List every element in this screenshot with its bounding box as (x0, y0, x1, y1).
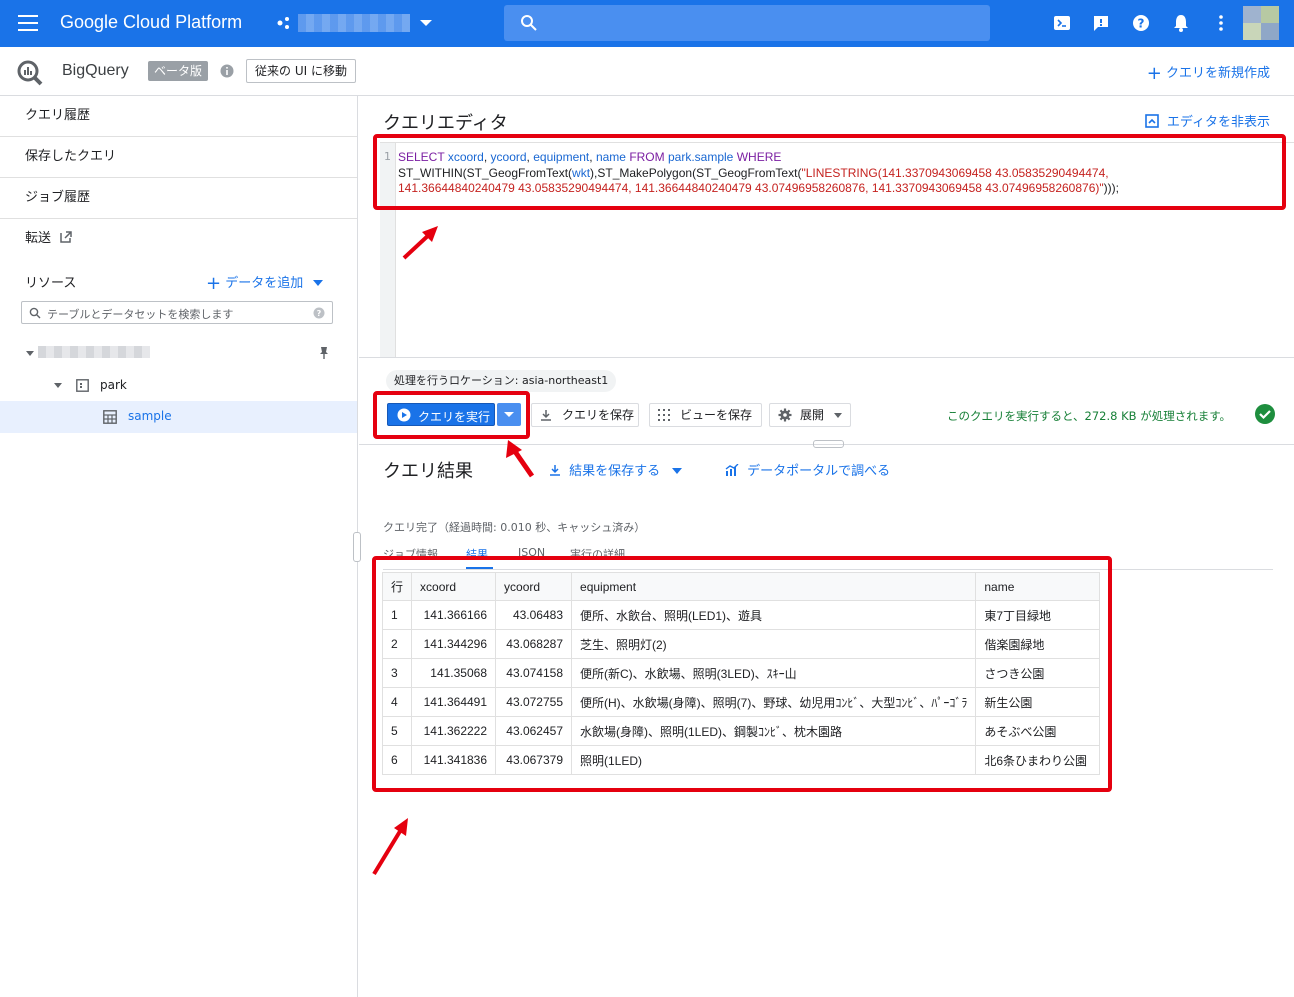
table-icon (103, 410, 117, 424)
annotation-arrow-icon (402, 226, 438, 260)
add-data-button[interactable]: + データを追加 (206, 272, 324, 294)
editor-bottom-divider (359, 357, 1294, 358)
panel-resize-handle[interactable] (813, 440, 844, 448)
search-icon (521, 15, 537, 31)
new-query-button[interactable]: + クエリを新規作成 (1147, 62, 1270, 84)
chevron-down-icon[interactable] (26, 351, 34, 356)
save-results-label: 結果を保存する (569, 464, 661, 479)
dataset-icon (76, 379, 89, 392)
sidebar-item-saved-queries[interactable]: 保存したクエリ (0, 137, 357, 178)
grid-icon (658, 409, 670, 421)
help-icon[interactable]: ? (313, 307, 325, 319)
help-icon[interactable]: ? (1131, 13, 1151, 33)
notifications-icon[interactable] (1171, 13, 1191, 33)
tree-table-sample: sample (128, 409, 172, 423)
explore-label: データポータルで調べる (747, 464, 891, 479)
tree-dataset-park[interactable]: park (100, 378, 127, 392)
save-results-button[interactable]: 結果を保存する (549, 460, 683, 479)
more-vert-icon[interactable] (1211, 13, 1231, 33)
chevron-down-icon[interactable] (54, 383, 62, 388)
info-icon[interactable] (220, 64, 234, 78)
editor-title: クエリエディタ (383, 113, 508, 134)
chevron-down-icon (834, 413, 842, 418)
location-chip[interactable]: 処理を行うロケーション: asia-northeast1 (386, 370, 617, 392)
check-circle-icon (1255, 404, 1275, 424)
resource-search-input[interactable]: テーブルとデータセットを検索します ? (21, 301, 333, 324)
menu-icon[interactable] (18, 15, 38, 31)
download-icon (550, 465, 560, 476)
results-title: クエリ結果 (383, 461, 473, 482)
chevron-down-icon (672, 468, 683, 474)
explore-data-studio-button[interactable]: データポータルで調べる (725, 460, 890, 479)
sidebar-item-label: 転送 (25, 231, 52, 246)
resources-label: リソース (25, 276, 77, 291)
avatar[interactable] (1243, 6, 1279, 40)
hide-editor-button[interactable]: エディタを非表示 (1144, 111, 1270, 130)
annotation-box-run (373, 391, 530, 439)
project-selector[interactable] (298, 14, 410, 32)
feedback-icon[interactable] (1091, 13, 1111, 33)
hide-editor-label: エディタを非表示 (1166, 115, 1270, 130)
search-icon (29, 307, 41, 319)
sidebar-item-transfers[interactable]: 転送 (0, 219, 357, 260)
product-header: BigQuery ベータ版 従来の UI に移動 + クエリを新規作成 (0, 47, 1294, 96)
bigquery-logo-icon (17, 60, 43, 86)
annotation-box-query (373, 134, 1286, 210)
svg-text:?: ? (1138, 17, 1145, 31)
cloud-shell-icon[interactable] (1052, 13, 1072, 33)
save-query-label: クエリを保存 (562, 408, 635, 422)
query-status: クエリ完了（経過時間: 0.010 秒、キャッシュ済み） (383, 521, 646, 534)
tree-project-node[interactable] (38, 346, 150, 358)
annotation-arrow-icon (506, 440, 535, 478)
expand-label: 展開 (800, 408, 825, 422)
collapse-icon (1144, 114, 1159, 128)
pin-icon[interactable] (318, 346, 330, 360)
plus-icon: + (1146, 63, 1162, 84)
download-icon (541, 410, 551, 421)
search-placeholder: テーブルとデータセットを検索します (47, 308, 234, 321)
plus-icon: + (206, 273, 222, 294)
new-query-label: クエリを新規作成 (1165, 66, 1270, 81)
tree-table-row-selected[interactable]: sample (0, 401, 357, 433)
add-data-label: データを追加 (225, 276, 304, 291)
chart-icon (725, 463, 739, 476)
chevron-down-icon (313, 280, 324, 286)
annotation-arrow-icon (372, 818, 408, 876)
bytes-estimate: このクエリを実行すると、272.8 KB が処理されます。 (947, 409, 1232, 423)
top-app-bar: Google Cloud Platform ? (0, 0, 1294, 47)
project-icon[interactable] (276, 15, 292, 31)
save-view-button[interactable]: ビューを保存 (649, 403, 762, 427)
svg-text:?: ? (317, 309, 322, 318)
brand-title[interactable]: Google Cloud Platform (60, 12, 242, 33)
save-query-button[interactable]: クエリを保存 (531, 403, 639, 427)
beta-badge: ベータ版 (148, 61, 209, 81)
gear-icon (778, 408, 792, 422)
product-title: BigQuery (62, 62, 129, 79)
search-input[interactable] (504, 5, 990, 41)
save-view-label: ビューを保存 (680, 408, 753, 422)
sidebar: クエリ履歴 保存したクエリ ジョブ履歴 転送 リソース + データを追加 テーブ… (0, 96, 358, 997)
open-in-new-icon (60, 231, 72, 243)
expand-button[interactable]: 展開 (769, 403, 851, 427)
annotation-box-results (372, 556, 1112, 792)
sidebar-item-query-history[interactable]: クエリ履歴 (0, 96, 357, 137)
chevron-down-icon[interactable] (420, 20, 432, 26)
main-panel: クエリエディタ エディタを非表示 1 SELECT xcoord, ycoord… (359, 96, 1294, 997)
legacy-ui-button[interactable]: 従来の UI に移動 (246, 59, 356, 83)
sidebar-item-job-history[interactable]: ジョブ履歴 (0, 178, 357, 219)
